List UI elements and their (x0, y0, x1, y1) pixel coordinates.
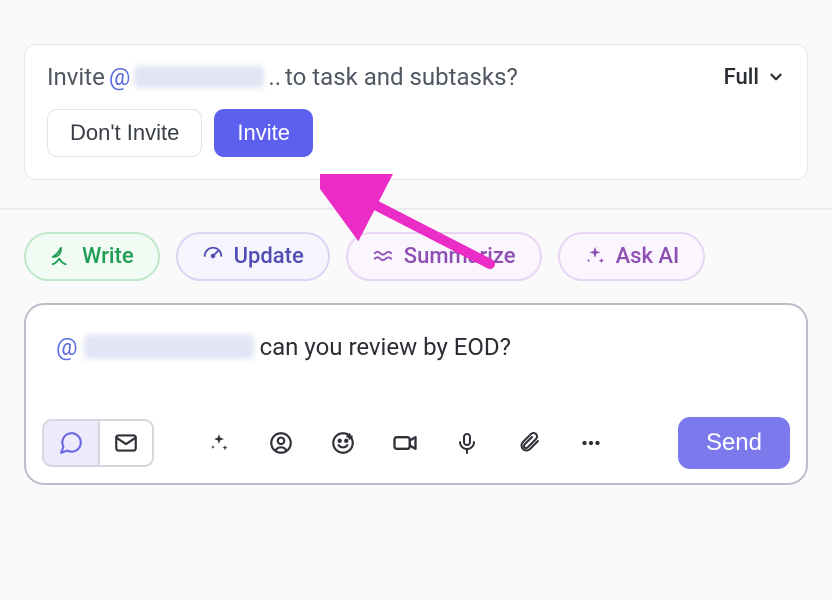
more-button[interactable] (574, 426, 608, 460)
composer-message: can you review by EOD? (260, 333, 511, 361)
invite-ellipsis: .. (268, 63, 281, 91)
scope-selector[interactable]: Full (724, 65, 785, 90)
update-pill[interactable]: Update (176, 232, 330, 281)
invite-suffix: to task and subtasks? (285, 63, 518, 91)
sparkles-icon (207, 431, 231, 455)
send-button[interactable]: Send (678, 417, 790, 469)
composer-toolbar: Send (42, 417, 790, 469)
dont-invite-button[interactable]: Don't Invite (47, 109, 202, 157)
invite-button[interactable]: Invite (214, 109, 313, 157)
emoji-plus-icon (330, 430, 356, 456)
toolbar-left (42, 419, 608, 467)
ai-sparkle-button[interactable] (202, 426, 236, 460)
comment-composer: @ can you review by EOD? (24, 303, 808, 485)
composer-text[interactable]: @ can you review by EOD? (42, 321, 790, 417)
pen-icon (50, 245, 72, 267)
mention-redacted (134, 66, 264, 88)
invite-actions: Don't Invite Invite (47, 109, 785, 157)
waves-icon (372, 245, 394, 267)
invite-question: Invite @ .. to task and subtasks? (47, 63, 518, 91)
paperclip-icon (517, 431, 541, 455)
video-icon (391, 429, 419, 457)
invite-prompt-card: Invite @ .. to task and subtasks? Full D… (24, 44, 808, 180)
write-label: Write (82, 244, 134, 269)
record-video-button[interactable] (388, 426, 422, 460)
toolbar-icons (202, 426, 608, 460)
at-icon (268, 430, 294, 456)
invite-prefix: Invite (47, 63, 105, 91)
ai-actions-row: Write Update Summarize Ask AI (0, 210, 832, 281)
invite-header: Invite @ .. to task and subtasks? Full (47, 63, 785, 91)
record-audio-button[interactable] (450, 426, 484, 460)
emoji-button[interactable] (326, 426, 360, 460)
ask-ai-pill[interactable]: Ask AI (558, 232, 706, 281)
email-mode-button[interactable] (98, 421, 152, 465)
microphone-icon (455, 431, 479, 455)
chat-mode-button[interactable] (44, 421, 98, 465)
mention-button[interactable] (264, 426, 298, 460)
summarize-label: Summarize (404, 244, 516, 269)
attach-button[interactable] (512, 426, 546, 460)
composer-at: @ (56, 333, 78, 361)
envelope-icon (113, 430, 139, 456)
composer-mention-redacted (84, 335, 254, 359)
summarize-pill[interactable]: Summarize (346, 232, 542, 281)
ask-ai-label: Ask AI (616, 244, 680, 269)
at-symbol: @ (109, 63, 131, 91)
dots-icon (578, 430, 604, 456)
write-pill[interactable]: Write (24, 232, 160, 281)
mode-toggle (42, 419, 154, 467)
chat-bubble-icon (58, 430, 84, 456)
sparkle-icon (584, 245, 606, 267)
gauge-icon (202, 245, 224, 267)
scope-label: Full (724, 65, 759, 90)
update-label: Update (234, 244, 304, 269)
chevron-down-icon (767, 68, 785, 86)
